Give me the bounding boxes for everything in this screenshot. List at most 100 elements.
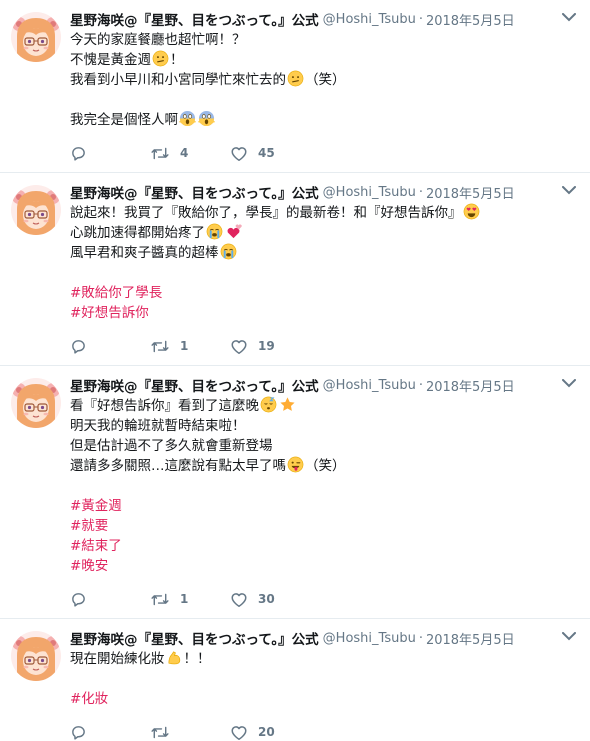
- retweet-count: 4: [180, 146, 189, 160]
- text-line: 心跳加速得都開始疼了: [70, 223, 578, 243]
- hashtag-link[interactable]: #好想告訴你: [70, 305, 149, 321]
- retweet-icon: [150, 591, 170, 608]
- confused-face-emoji: [152, 50, 169, 67]
- text-line: 現在開始練化妝 ！！: [70, 649, 578, 669]
- text-segment: 說起來！我買了『敗給你了，學長』的最新卷！和『好想告訴你』: [70, 205, 462, 221]
- retweet-count: 1: [180, 592, 189, 606]
- separator-dot: ·: [418, 184, 423, 200]
- tweet-header: 星野海咲@『星野、目をつぶって。』公式 @Hoshi_Tsubu · 2018年5月5…: [70, 629, 578, 648]
- sleepy-face-emoji: [260, 396, 277, 413]
- text-segment: ！！: [183, 651, 211, 667]
- user-handle[interactable]: @Hoshi_Tsubu: [323, 631, 416, 646]
- text-segment: 不愧是黃金週: [70, 52, 151, 68]
- tweet: 星野海咲@『星野、目をつぶって。』公式 @Hoshi_Tsubu · 2018年5月5…: [0, 173, 590, 366]
- display-name[interactable]: 星野海咲@『星野、目をつぶって。』公式: [70, 629, 319, 647]
- text-line: 我完全是個怪人啊: [70, 110, 578, 130]
- avatar[interactable]: [11, 12, 61, 62]
- user-handle[interactable]: @Hoshi_Tsubu: [323, 12, 416, 27]
- text-segment: 明天我的輪班就暫時結束啦！: [70, 418, 246, 434]
- text-line: #好想告訴你: [70, 303, 578, 323]
- heart-icon: [230, 724, 248, 741]
- tweet-feed: 星野海咲@『星野、目をつぶって。』公式 @Hoshi_Tsubu · 2018年5月5…: [0, 0, 590, 741]
- text-line: #結束了: [70, 536, 578, 556]
- text-line: #黃金週: [70, 496, 578, 516]
- separator-dot: ·: [418, 377, 423, 393]
- like-count: 19: [258, 339, 275, 353]
- reply-icon: [70, 145, 87, 162]
- text-line: #化妝: [70, 689, 578, 709]
- tweet: 星野海咲@『星野、目をつぶって。』公式 @Hoshi_Tsubu · 2018年5月5…: [0, 0, 590, 173]
- text-segment: 風早君和爽子醬真的超棒: [70, 245, 219, 261]
- separator-dot: ·: [418, 630, 423, 646]
- hashtag-link[interactable]: #黃金週: [70, 498, 122, 514]
- text-segment: （笑）: [305, 458, 346, 474]
- text-segment: 我看到小早川和小宮同學忙來忙去的: [70, 72, 286, 88]
- text-segment: 現在開始練化妝: [70, 651, 165, 667]
- timestamp[interactable]: 2018年5月5日: [426, 10, 515, 29]
- tweet-header: 星野海咲@『星野、目をつぶって。』公式 @Hoshi_Tsubu · 2018年5月5…: [70, 10, 578, 29]
- tweet-text: 今天的家庭餐廳也超忙啊！？ 不愧是黃金週！我看到小早川和小宮同學忙來忙去的 （笑）我…: [70, 30, 578, 130]
- like-button[interactable]: 19: [230, 338, 310, 355]
- crying-face-emoji: [220, 243, 237, 260]
- reply-icon: [70, 338, 87, 355]
- retweet-count: 1: [180, 339, 189, 353]
- display-name[interactable]: 星野海咲@『星野、目をつぶって。』公式: [70, 10, 319, 28]
- user-handle[interactable]: @Hoshi_Tsubu: [323, 185, 416, 200]
- text-line: 但是估計過不了多久就會重新登場: [70, 436, 578, 456]
- hashtag-link[interactable]: #就要: [70, 518, 108, 534]
- text-segment: 心跳加速得都開始疼了: [70, 225, 205, 241]
- retweet-button[interactable]: 1: [150, 591, 230, 608]
- text-segment: 看『好想告訴你』看到了這麼晚: [70, 398, 259, 414]
- text-line: 說起來！我買了『敗給你了，學長』的最新卷！和『好想告訴你』: [70, 203, 578, 223]
- tweet: 星野海咲@『星野、目をつぶって。』公式 @Hoshi_Tsubu · 2018年5月5…: [0, 366, 590, 619]
- reply-button[interactable]: [70, 338, 150, 355]
- text-line: 看『好想告訴你』看到了這麼晚: [70, 396, 578, 416]
- avatar[interactable]: [11, 378, 61, 428]
- like-button[interactable]: 30: [230, 591, 310, 608]
- avatar[interactable]: [11, 185, 61, 235]
- two-hearts-emoji: [225, 223, 242, 240]
- retweet-icon: [150, 145, 170, 162]
- hashtag-link[interactable]: #化妝: [70, 691, 108, 707]
- timestamp[interactable]: 2018年5月5日: [426, 183, 515, 202]
- text-line: #就要: [70, 516, 578, 536]
- display-name[interactable]: 星野海咲@『星野、目をつぶって。』公式: [70, 376, 319, 394]
- chevron-down-icon[interactable]: [560, 629, 578, 643]
- chevron-down-icon[interactable]: [560, 183, 578, 197]
- user-handle[interactable]: @Hoshi_Tsubu: [323, 378, 416, 393]
- text-line: 我看到小早川和小宮同學忙來忙去的 （笑）: [70, 70, 578, 90]
- timestamp[interactable]: 2018年5月5日: [426, 376, 515, 395]
- avatar[interactable]: [11, 631, 61, 681]
- hashtag-link[interactable]: #敗給你了學長: [70, 285, 162, 301]
- hashtag-link[interactable]: #晚安: [70, 558, 108, 574]
- like-count: 45: [258, 146, 275, 160]
- display-name[interactable]: 星野海咲@『星野、目をつぶって。』公式: [70, 183, 319, 201]
- screaming-face-emoji: [178, 110, 197, 127]
- timestamp[interactable]: 2018年5月5日: [426, 629, 515, 648]
- reply-button[interactable]: [70, 591, 150, 608]
- retweet-button[interactable]: 1: [150, 338, 230, 355]
- confused-face-emoji: [287, 70, 304, 87]
- hashtag-link[interactable]: #結束了: [70, 538, 122, 554]
- tweet-actions: 1 19: [70, 327, 578, 365]
- tweet-actions: 1 30: [70, 580, 578, 618]
- text-segment: 還請多多關照…這麼說有點太早了嗎: [70, 458, 286, 474]
- heart-icon: [230, 145, 248, 162]
- chevron-down-icon[interactable]: [560, 10, 578, 24]
- reply-button[interactable]: [70, 145, 150, 162]
- chevron-down-icon[interactable]: [560, 376, 578, 390]
- text-line: 明天我的輪班就暫時結束啦！: [70, 416, 578, 436]
- like-count: 30: [258, 592, 275, 606]
- text-line: 今天的家庭餐廳也超忙啊！？: [70, 30, 578, 50]
- retweet-button[interactable]: [150, 724, 230, 741]
- text-segment: 但是估計過不了多久就會重新登場: [70, 438, 273, 454]
- like-button[interactable]: 45: [230, 145, 310, 162]
- like-button[interactable]: 20: [230, 724, 310, 741]
- retweet-button[interactable]: 4: [150, 145, 230, 162]
- retweet-icon: [150, 338, 170, 355]
- reply-button[interactable]: [70, 724, 150, 741]
